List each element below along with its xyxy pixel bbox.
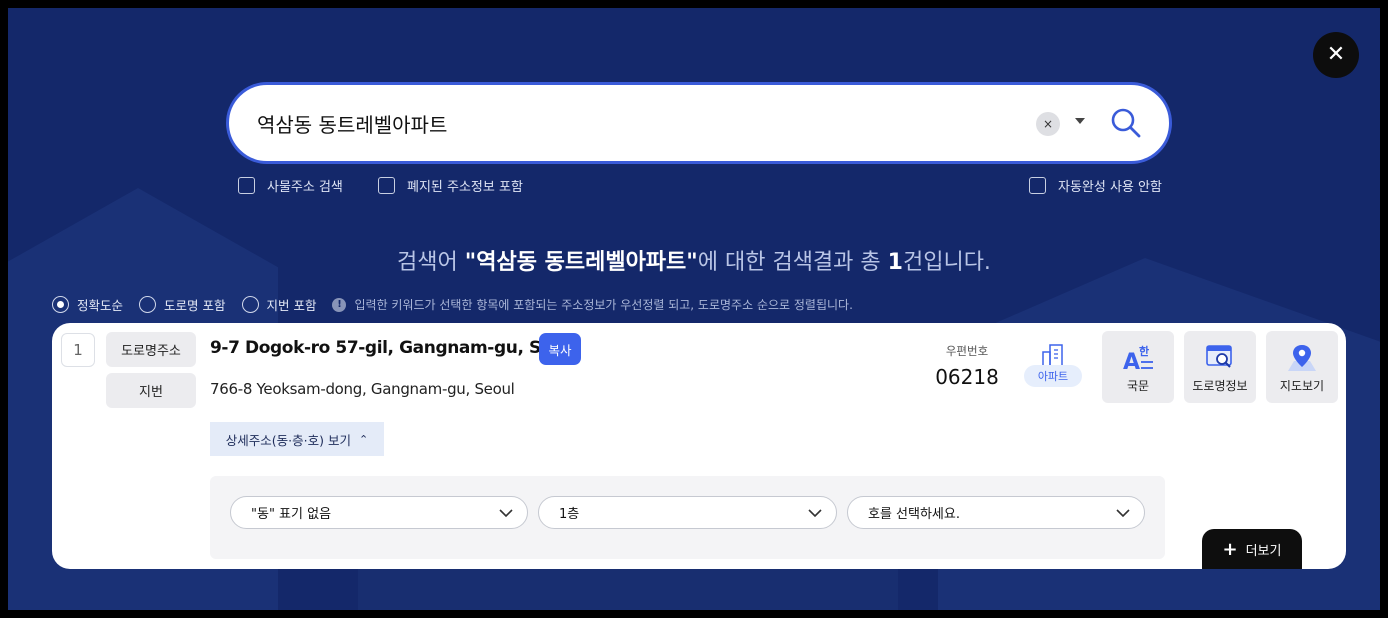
sort-road-radio[interactable] <box>139 296 157 313</box>
sort-options: 정확도순 도로명 포함 지번 포함 ! 입력한 키워드가 선택한 항목에 포함되… <box>52 295 853 314</box>
history-dropdown-caret-icon[interactable] <box>1075 118 1085 124</box>
clear-search-button[interactable]: × <box>1036 112 1060 136</box>
map-pin-icon <box>1288 345 1316 371</box>
result-summary-prefix: 검색어 <box>397 250 465 275</box>
svg-text:A: A <box>1123 350 1140 373</box>
dong-select-value: "동" 표기 없음 <box>251 507 332 522</box>
chevron-down-icon <box>808 509 822 518</box>
map-view-button[interactable]: 지도보기 <box>1266 331 1338 403</box>
road-info-label: 도로명정보 <box>1192 379 1248 393</box>
sort-road[interactable]: 도로명 포함 <box>139 295 226 314</box>
sort-accuracy[interactable]: 정확도순 <box>52 295 123 314</box>
abolished-address-checkbox[interactable] <box>378 177 395 194</box>
search-box: × <box>226 82 1172 164</box>
result-summary-keyword: "역삼동 동트레벨아파트" <box>464 250 698 275</box>
korean-address-button[interactable]: A 한 국문 <box>1102 331 1174 403</box>
abolished-address-option[interactable]: 폐지된 주소정보 포함 <box>378 176 523 195</box>
building-address-option[interactable]: 사물주소 검색 <box>238 176 343 195</box>
chevron-up-icon: ⌃ <box>358 432 369 446</box>
sort-note: 입력한 키워드가 선택한 항목에 포함되는 주소정보가 우선정렬 되고, 도로명… <box>354 298 853 312</box>
autocomplete-off-option[interactable]: 자동완성 사용 안함 <box>1029 176 1162 195</box>
sort-accuracy-label: 정확도순 <box>77 298 124 313</box>
autocomplete-off-label: 자동완성 사용 안함 <box>1058 180 1162 195</box>
result-index: 1 <box>61 333 95 367</box>
more-button[interactable]: + 더보기 <box>1202 529 1302 569</box>
svg-text:한: 한 <box>1139 344 1149 358</box>
jibun-address-label: 지번 <box>106 373 196 408</box>
result-summary-suffix: 건입니다. <box>902 250 991 275</box>
jibun-address: 766-8 Yeoksam-dong, Gangnam-gu, Seoul <box>210 380 515 398</box>
road-info-icon <box>1206 345 1232 368</box>
search-input[interactable] <box>257 103 1017 143</box>
zip-code-label: 우편번호 <box>945 344 989 358</box>
sort-road-label: 도로명 포함 <box>164 298 226 313</box>
sort-jibun-label: 지번 포함 <box>266 298 317 313</box>
building-address-checkbox[interactable] <box>238 177 255 194</box>
abolished-address-label: 폐지된 주소정보 포함 <box>407 180 523 195</box>
result-summary-count: 1 <box>887 250 903 275</box>
floor-select[interactable]: 1층 <box>538 496 837 529</box>
clear-icon: × <box>1042 117 1054 131</box>
search-modal: ✕ × 사물주소 검색 폐지된 주소정보 포함 자동완성 사용 안함 검색어 "… <box>8 8 1380 610</box>
road-address: 9-7 Dogok-ro 57-gil, Gangnam-gu, Seoul <box>210 338 581 358</box>
road-info-button[interactable]: 도로명정보 <box>1184 331 1256 403</box>
chevron-down-icon <box>499 509 513 518</box>
more-label: 더보기 <box>1245 543 1282 559</box>
building-type-badge: 아파트 <box>1024 365 1082 387</box>
ho-select[interactable]: 호를 선택하세요. <box>847 496 1145 529</box>
copy-button[interactable]: 복사 <box>539 333 581 365</box>
ho-select-value: 호를 선택하세요. <box>868 507 960 522</box>
chevron-down-icon <box>1116 509 1130 518</box>
background-building-shape <box>358 568 898 610</box>
korean-translate-icon: A 한 <box>1123 344 1153 373</box>
info-icon: ! <box>332 297 347 312</box>
autocomplete-off-checkbox[interactable] <box>1029 177 1046 194</box>
close-icon: ✕ <box>1326 42 1346 67</box>
floor-select-value: 1층 <box>559 507 580 522</box>
detail-address-toggle[interactable]: 상세주소(동·층·호) 보기 ⌃ <box>210 422 384 456</box>
plus-icon: + <box>1222 538 1238 560</box>
result-summary: 검색어 "역삼동 동트레벨아파트"에 대한 검색결과 총 1건입니다. <box>8 244 1380 276</box>
result-summary-middle: 에 대한 검색결과 총 <box>697 250 888 275</box>
building-address-label: 사물주소 검색 <box>267 180 343 195</box>
korean-address-label: 국문 <box>1126 379 1150 393</box>
detail-address-panel: "동" 표기 없음 1층 호를 선택하세요. <box>210 476 1165 559</box>
result-card: 1 도로명주소 지번 9-7 Dogok-ro 57-gil, Gangnam-… <box>52 323 1346 569</box>
search-icon[interactable] <box>1109 106 1143 140</box>
sort-jibun-radio[interactable] <box>241 296 259 313</box>
zip-code: 06218 <box>935 365 999 389</box>
sort-accuracy-radio[interactable] <box>52 296 69 313</box>
road-address-label: 도로명주소 <box>106 332 196 367</box>
sort-jibun[interactable]: 지번 포함 <box>241 295 317 314</box>
close-button[interactable]: ✕ <box>1313 32 1359 78</box>
dong-select[interactable]: "동" 표기 없음 <box>230 496 528 529</box>
detail-address-toggle-label: 상세주소(동·층·호) 보기 <box>225 432 351 448</box>
map-view-label: 지도보기 <box>1279 379 1325 393</box>
